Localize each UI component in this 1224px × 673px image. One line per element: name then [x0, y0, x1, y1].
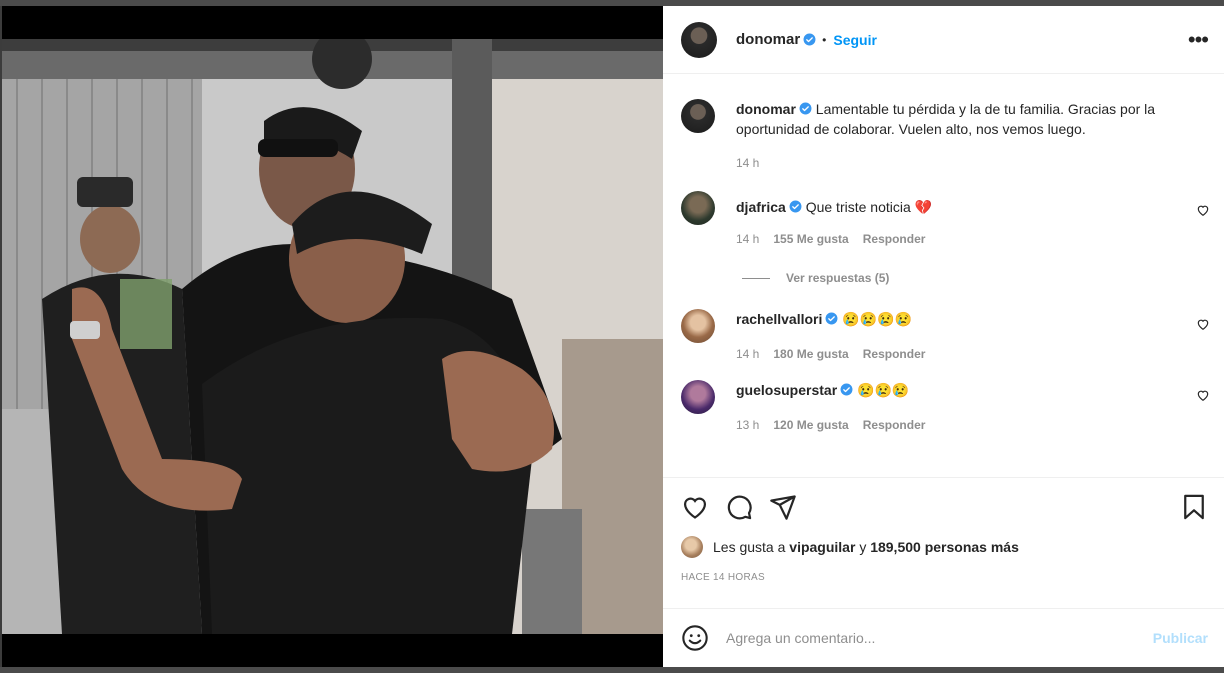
caption-time[interactable]: 14 h [736, 153, 759, 173]
reply-button[interactable]: Responder [863, 344, 926, 364]
separator-dot: • [822, 32, 827, 47]
likes-prefix: Les gusta a [713, 539, 786, 555]
reply-button[interactable]: Responder [863, 415, 926, 435]
save-bookmark-icon[interactable] [1180, 493, 1208, 521]
post-timestamp[interactable]: HACE 14 HORAS [681, 572, 1208, 583]
view-replies-label: Ver respuestas (5) [786, 271, 890, 285]
reply-button[interactable]: Responder [863, 229, 926, 249]
add-comment-bar: Publicar [663, 608, 1224, 667]
comment-item: guelosuperstar 😢😢😢 13 h 120 Me gusta Res… [663, 380, 1224, 435]
comment-time[interactable]: 14 h [736, 229, 759, 249]
comment-username[interactable]: rachellvallori [736, 311, 822, 327]
like-comment-heart-icon[interactable] [1196, 317, 1210, 331]
more-options-icon[interactable]: ••• [1188, 28, 1209, 51]
comment-likes[interactable]: 155 Me gusta [773, 229, 848, 249]
caption-avatar[interactable] [681, 99, 715, 133]
publish-button[interactable]: Publicar [1153, 630, 1208, 646]
likes-summary[interactable]: Les gusta a vipaguilar y 189,500 persona… [681, 536, 1208, 558]
follow-button[interactable]: Seguir [833, 32, 877, 48]
liker-avatar[interactable] [681, 536, 703, 558]
caption-username[interactable]: donomar [736, 101, 796, 117]
comment-time[interactable]: 14 h [736, 344, 759, 364]
verified-badge-icon [840, 383, 853, 396]
comment-input[interactable] [726, 630, 1153, 646]
post-header: donomar • Seguir ••• [663, 6, 1224, 74]
comment-item: rachellvallori 😢😢😢😢 14 h 180 Me gusta Re… [663, 309, 1224, 364]
comments-list[interactable]: donomar Lamentable tu pérdida y la de tu… [663, 74, 1224, 477]
view-replies-button[interactable]: Ver respuestas (5) [742, 271, 1224, 285]
comment-likes[interactable]: 180 Me gusta [773, 344, 848, 364]
like-comment-heart-icon[interactable] [1196, 388, 1210, 402]
share-send-icon[interactable] [769, 493, 797, 521]
caption: donomar Lamentable tu pérdida y la de tu… [663, 99, 1224, 173]
comment-time[interactable]: 13 h [736, 415, 759, 435]
post-media[interactable] [2, 6, 663, 667]
comment-text: Que triste noticia 💔 [805, 199, 933, 215]
post-actions: Les gusta a vipaguilar y 189,500 persona… [663, 477, 1224, 607]
emoji-icon[interactable] [681, 624, 709, 652]
author-avatar[interactable] [681, 21, 717, 58]
comment-username[interactable]: guelosuperstar [736, 382, 837, 398]
photo-illustration [2, 39, 663, 634]
verified-badge-icon [803, 33, 816, 46]
comment-bubble-icon[interactable] [725, 493, 753, 521]
verified-badge-icon [799, 102, 812, 115]
post-side-panel: donomar • Seguir ••• donomar Lamentable … [663, 6, 1224, 667]
like-heart-icon[interactable] [681, 493, 709, 521]
comment-text: 😢😢😢 [857, 382, 910, 398]
likes-count[interactable]: 189,500 personas más [870, 539, 1019, 555]
bottom-strip [0, 667, 1224, 673]
comment-avatar[interactable] [681, 191, 715, 225]
comment-avatar[interactable] [681, 309, 715, 343]
comment-avatar[interactable] [681, 380, 715, 414]
like-comment-heart-icon[interactable] [1196, 203, 1210, 217]
liker-username[interactable]: vipaguilar [789, 539, 855, 555]
likes-joiner: y [859, 539, 867, 555]
replies-line [742, 277, 770, 279]
comment-likes[interactable]: 120 Me gusta [773, 415, 848, 435]
author-username[interactable]: donomar [736, 31, 800, 48]
comment-item: djafrica Que triste noticia 💔 14 h 155 M… [663, 191, 1224, 249]
post-photo [2, 39, 663, 634]
verified-badge-icon [825, 312, 838, 325]
verified-badge-icon [789, 200, 802, 213]
comment-text: 😢😢😢😢 [842, 311, 913, 327]
comment-username[interactable]: djafrica [736, 199, 786, 215]
